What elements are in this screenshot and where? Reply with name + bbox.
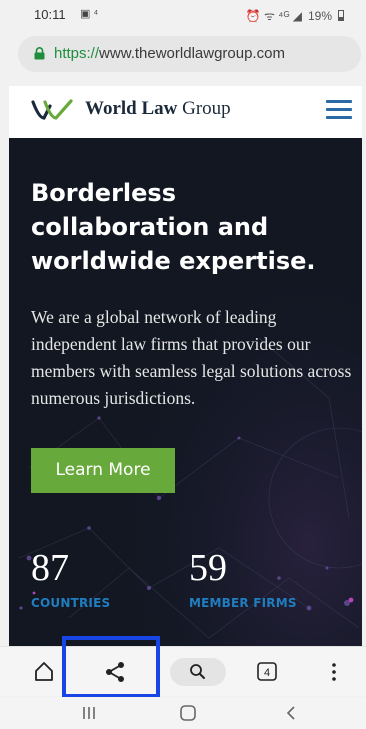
signal-icons: ⏰ ᯤ ⁴ᴳ ◢ (245, 9, 302, 23)
recent-apps-button[interactable] (80, 703, 98, 723)
stat-label: MEMBER FIRMS (189, 596, 297, 610)
share-button[interactable] (98, 647, 132, 697)
android-home-icon (180, 705, 196, 721)
tabs-count: 4 (264, 667, 270, 679)
lock-icon (34, 47, 45, 60)
stat-member-firms: 59 MEMBER FIRMS (189, 546, 297, 610)
url-scheme: https:// (54, 45, 100, 62)
battery-percent: 19% (307, 8, 332, 23)
site-logo-text[interactable]: World Law Group (85, 98, 231, 120)
home-icon (35, 662, 53, 681)
browser-address-area: https://www.theworldlawgroup.com (0, 30, 366, 80)
stat-number: 59 (189, 547, 227, 589)
status-bar: 10:11 ▣ ⁴ ⏰ ᯤ ⁴ᴳ ◢ 19% (0, 0, 366, 30)
search-button[interactable] (170, 647, 226, 697)
hamburger-menu-icon[interactable] (326, 100, 352, 122)
android-navigation-bar (0, 697, 366, 729)
status-time: 10:11 (34, 7, 66, 22)
phone-screen: 10:11 ▣ ⁴ ⏰ ᯤ ⁴ᴳ ◢ 19% https://www.thewo… (0, 0, 366, 729)
back-button[interactable] (284, 703, 298, 723)
android-home-button[interactable] (178, 703, 198, 723)
search-icon (190, 664, 205, 679)
battery-icon (338, 10, 344, 21)
home-button[interactable] (30, 647, 58, 697)
hero-section: Borderless collaboration and worldwide e… (9, 138, 362, 646)
back-icon (286, 706, 295, 720)
more-icon (332, 663, 336, 681)
stat-number: 87 (31, 547, 69, 589)
url-text: https://www.theworldlawgroup.com (54, 45, 285, 62)
share-icon (106, 662, 124, 682)
browser-toolbar: 4 (0, 646, 366, 696)
hero-title: Borderless collaboration and worldwide e… (31, 179, 316, 275)
recent-apps-icon (83, 707, 95, 719)
tabs-button[interactable]: 4 (252, 647, 282, 697)
logo-text-bold: World Law (85, 98, 178, 119)
learn-more-button[interactable]: Learn More (31, 448, 175, 493)
stat-label: COUNTRIES (31, 596, 111, 610)
world-law-group-logo-icon[interactable] (31, 98, 77, 122)
tabs-icon: 4 (257, 662, 277, 681)
hero-description: We are a global network of leading indep… (31, 307, 352, 408)
status-indicators: ⏰ ᯤ ⁴ᴳ ◢ 19% (246, 7, 344, 24)
url-bar[interactable]: https://www.theworldlawgroup.com (18, 36, 361, 72)
url-domain: www.theworldlawgroup.com (99, 45, 285, 62)
logo-text-regular: Group (177, 98, 231, 119)
notification-icons: ▣ ⁴ (80, 8, 99, 20)
more-options-button[interactable] (322, 647, 346, 697)
site-header: World Law Group (9, 86, 362, 138)
stat-countries: 87 COUNTRIES (31, 546, 110, 610)
